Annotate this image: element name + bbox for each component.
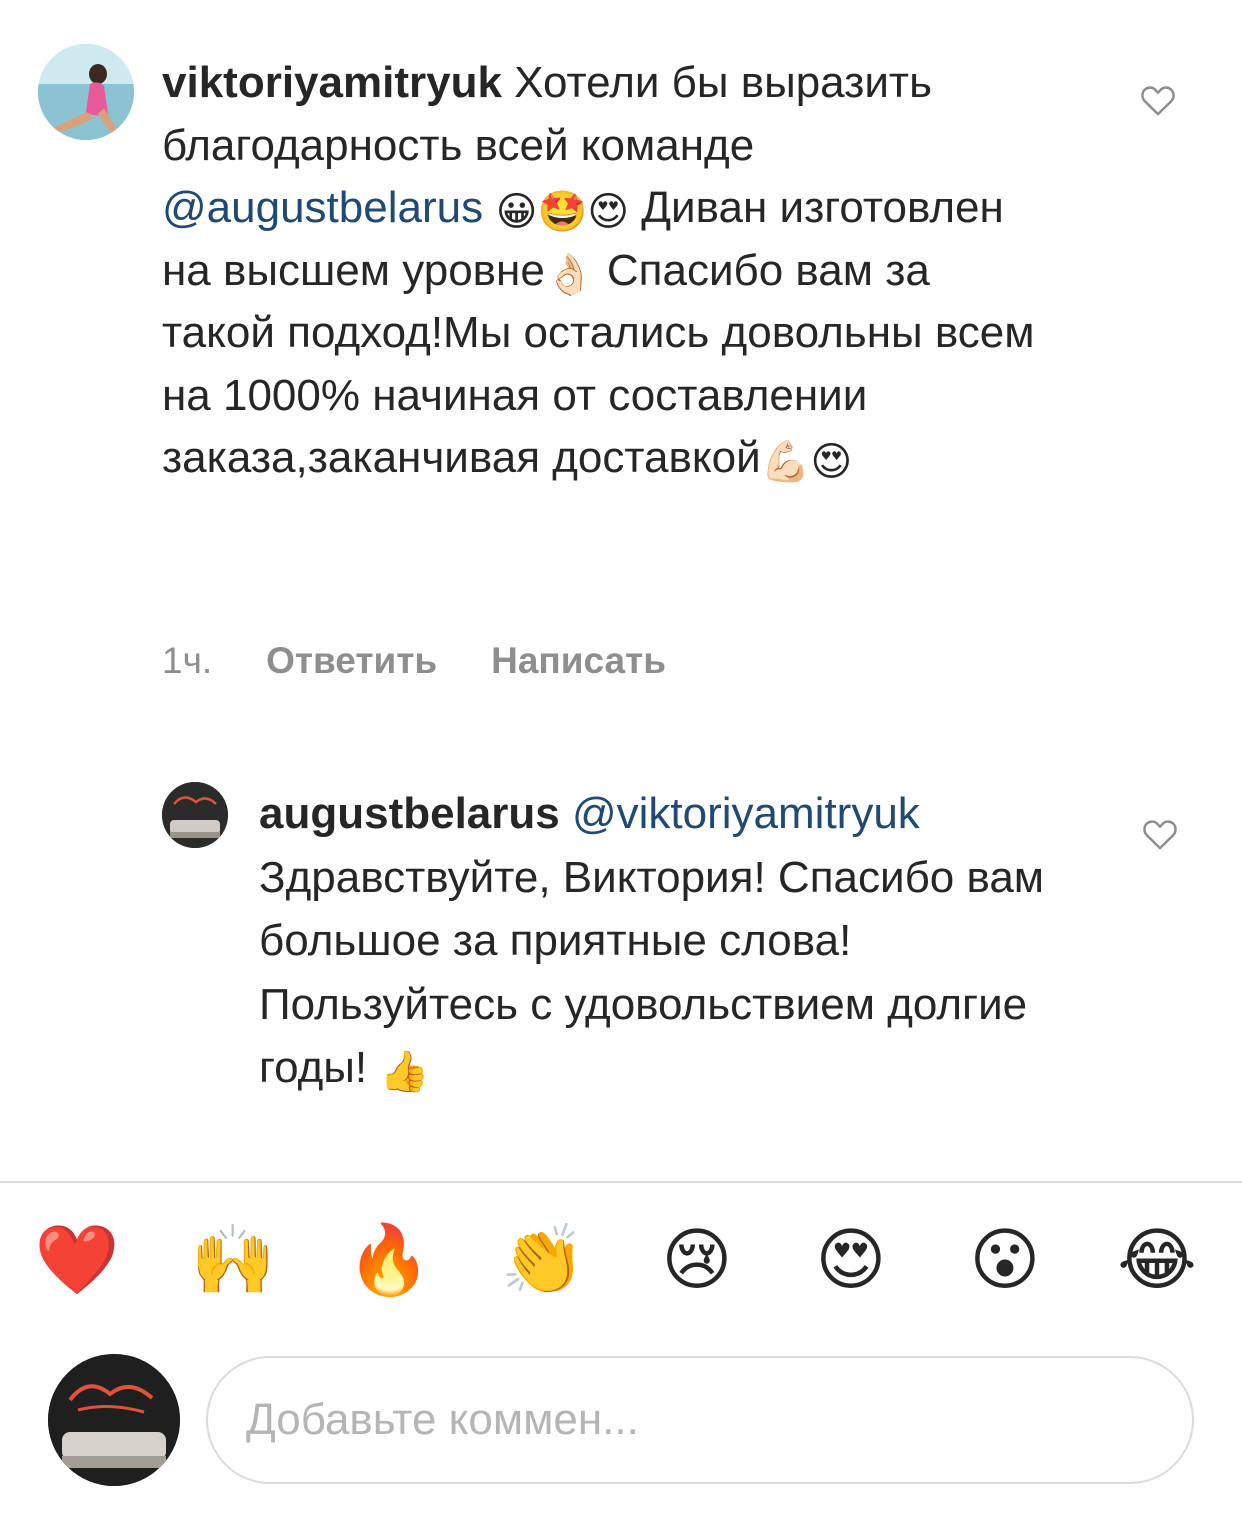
avatar[interactable] (162, 782, 228, 848)
emoji-group: 💪🏻😍 (760, 439, 853, 485)
like-heart-icon[interactable] (1138, 80, 1178, 120)
reply-button[interactable]: Ответить (266, 640, 437, 682)
raising-hands-icon[interactable]: 🙌 (188, 1216, 278, 1306)
comment-input[interactable]: Добавьте коммен... (206, 1356, 1194, 1484)
avatar-photo (38, 44, 134, 140)
avatar-photo (162, 782, 228, 848)
heart-icon[interactable]: ❤️ (32, 1216, 122, 1306)
emoji-group: 😀🤩😍 (483, 189, 630, 235)
surprised-face-icon[interactable]: 😮 (960, 1216, 1050, 1306)
mention-link[interactable]: @augustbelarus (162, 183, 483, 232)
comment-username[interactable]: viktoriyamitryuk (162, 58, 502, 107)
reaction-bar: ❤️ 🙌 🔥 👏 😢 😍 😮 😂 (0, 1216, 1242, 1312)
comment-text: augustbelarus @viktoriyamitryuk Здравств… (259, 782, 1119, 1100)
avatar-photo (48, 1354, 180, 1486)
mention-link[interactable]: @viktoriyamitryuk (560, 789, 920, 838)
like-heart-icon[interactable] (1140, 814, 1180, 854)
current-user-avatar (48, 1354, 180, 1486)
clapping-hands-icon[interactable]: 👏 (498, 1216, 588, 1306)
crying-face-icon[interactable]: 😢 (652, 1216, 742, 1306)
divider (0, 1181, 1242, 1183)
avatar[interactable] (38, 44, 134, 140)
tears-of-joy-icon[interactable]: 😂 (1112, 1216, 1202, 1306)
ok-hand-emoji: 👌🏻 (544, 251, 595, 298)
comment-meta: 1ч. Ответить Написать (162, 640, 666, 682)
comments-screen: viktoriyamitryuk Хотели бы выразить благ… (0, 0, 1242, 1523)
heart-eyes-icon[interactable]: 😍 (806, 1216, 896, 1306)
fire-icon[interactable]: 🔥 (344, 1216, 434, 1306)
comment-username[interactable]: augustbelarus (259, 789, 560, 838)
message-button[interactable]: Написать (491, 640, 666, 682)
comment-time: 1ч. (162, 640, 213, 681)
thumbs-up-emoji: 👍 (367, 1049, 430, 1095)
comment-text: viktoriyamitryuk Хотели бы выразить благ… (162, 52, 1042, 490)
